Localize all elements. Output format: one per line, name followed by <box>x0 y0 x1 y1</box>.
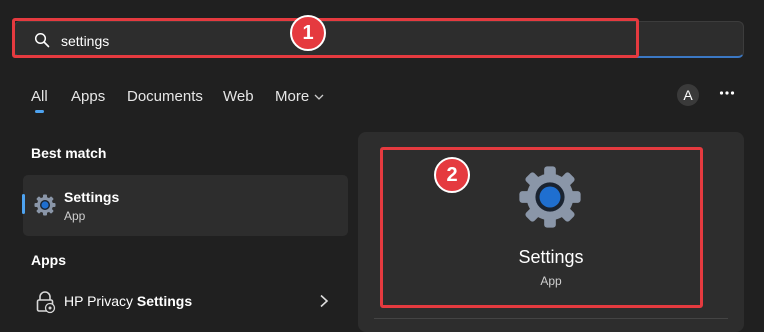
annotation-badge-1: 1 <box>290 15 326 51</box>
ellipsis-icon[interactable] <box>719 85 735 101</box>
best-match-subtitle: App <box>64 209 86 223</box>
app-result-label: HP Privacy Settings <box>64 293 193 309</box>
tab-all[interactable]: All <box>31 88 48 105</box>
annotation-badge-2: 2 <box>434 157 470 193</box>
tab-web[interactable]: Web <box>223 88 254 105</box>
best-match-title: Settings <box>64 189 120 205</box>
lock-gear-icon <box>36 291 56 314</box>
chevron-down-icon[interactable] <box>314 93 324 101</box>
apps-heading: Apps <box>31 252 66 268</box>
tab-more[interactable]: More <box>275 88 309 105</box>
avatar[interactable]: A <box>677 84 699 106</box>
annotation-box-2 <box>380 147 703 308</box>
selection-indicator <box>22 194 25 214</box>
divider <box>374 318 728 319</box>
best-match-heading: Best match <box>31 145 107 161</box>
settings-gear-icon <box>34 194 56 216</box>
annotation-box-1 <box>12 18 639 58</box>
tab-documents[interactable]: Documents <box>127 88 203 105</box>
chevron-right-icon[interactable] <box>319 294 329 308</box>
tab-apps[interactable]: Apps <box>71 88 105 105</box>
app-result-hp-privacy-settings[interactable]: HP Privacy Settings <box>23 284 348 318</box>
best-match-result[interactable]: Settings App <box>22 175 348 236</box>
tab-all-indicator <box>35 110 44 113</box>
